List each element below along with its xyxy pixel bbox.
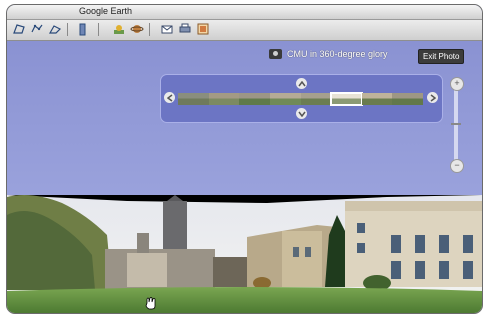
placemark-icon[interactable]: [11, 22, 26, 36]
zoom-slider[interactable]: + −: [450, 77, 464, 173]
panorama-thumbnail[interactable]: [239, 93, 270, 105]
toolbar-separator: [67, 23, 68, 36]
panorama-thumbnail[interactable]: [178, 93, 209, 105]
pan-left-arrow[interactable]: [164, 92, 175, 103]
panorama-thumbnail[interactable]: [330, 92, 363, 106]
print-icon[interactable]: [177, 22, 192, 36]
polygon-icon[interactable]: [29, 22, 44, 36]
panorama-thumbnail[interactable]: [300, 93, 332, 105]
title-bar: Google Earth: [7, 5, 482, 20]
path-icon[interactable]: [47, 22, 62, 36]
sky-area[interactable]: CMU in 360-degree glory Exit Photo + −: [7, 41, 482, 197]
toolbar: [7, 20, 482, 41]
pan-right-arrow[interactable]: [427, 92, 438, 103]
photo-navigator: [160, 74, 443, 123]
window-title: Google Earth: [79, 6, 133, 16]
maps-icon[interactable]: [195, 22, 210, 36]
panorama-thumbnail[interactable]: [208, 93, 240, 105]
panorama-thumbnail[interactable]: [392, 93, 423, 105]
panorama-thumbnail[interactable]: [361, 93, 393, 105]
zoom-track[interactable]: [454, 87, 458, 163]
exit-photo-button[interactable]: Exit Photo: [418, 49, 465, 64]
photo-label: CMU in 360-degree glory: [269, 49, 388, 59]
zoom-out-button[interactable]: −: [450, 159, 464, 173]
pan-up-arrow[interactable]: [296, 78, 307, 89]
panorama-photo[interactable]: [7, 195, 482, 313]
google-earth-window: Google Earth CMU in 360-degree glory Exi…: [6, 4, 483, 314]
planet-icon[interactable]: [129, 22, 144, 36]
camera-icon: [269, 49, 282, 59]
panorama-thumbnail[interactable]: [269, 93, 301, 105]
toolbar-separator: [149, 23, 150, 36]
photo-title: CMU in 360-degree glory: [287, 49, 388, 59]
email-icon[interactable]: [159, 22, 174, 36]
overlay-icon[interactable]: [75, 22, 90, 36]
zoom-handle[interactable]: [451, 123, 461, 125]
campus-panorama-image: [7, 195, 482, 313]
sun-icon[interactable]: [111, 22, 126, 36]
zoom-in-button[interactable]: +: [450, 77, 464, 91]
panorama-strip: [178, 92, 423, 106]
pan-down-arrow[interactable]: [296, 108, 307, 119]
toolbar-separator: [98, 23, 99, 36]
